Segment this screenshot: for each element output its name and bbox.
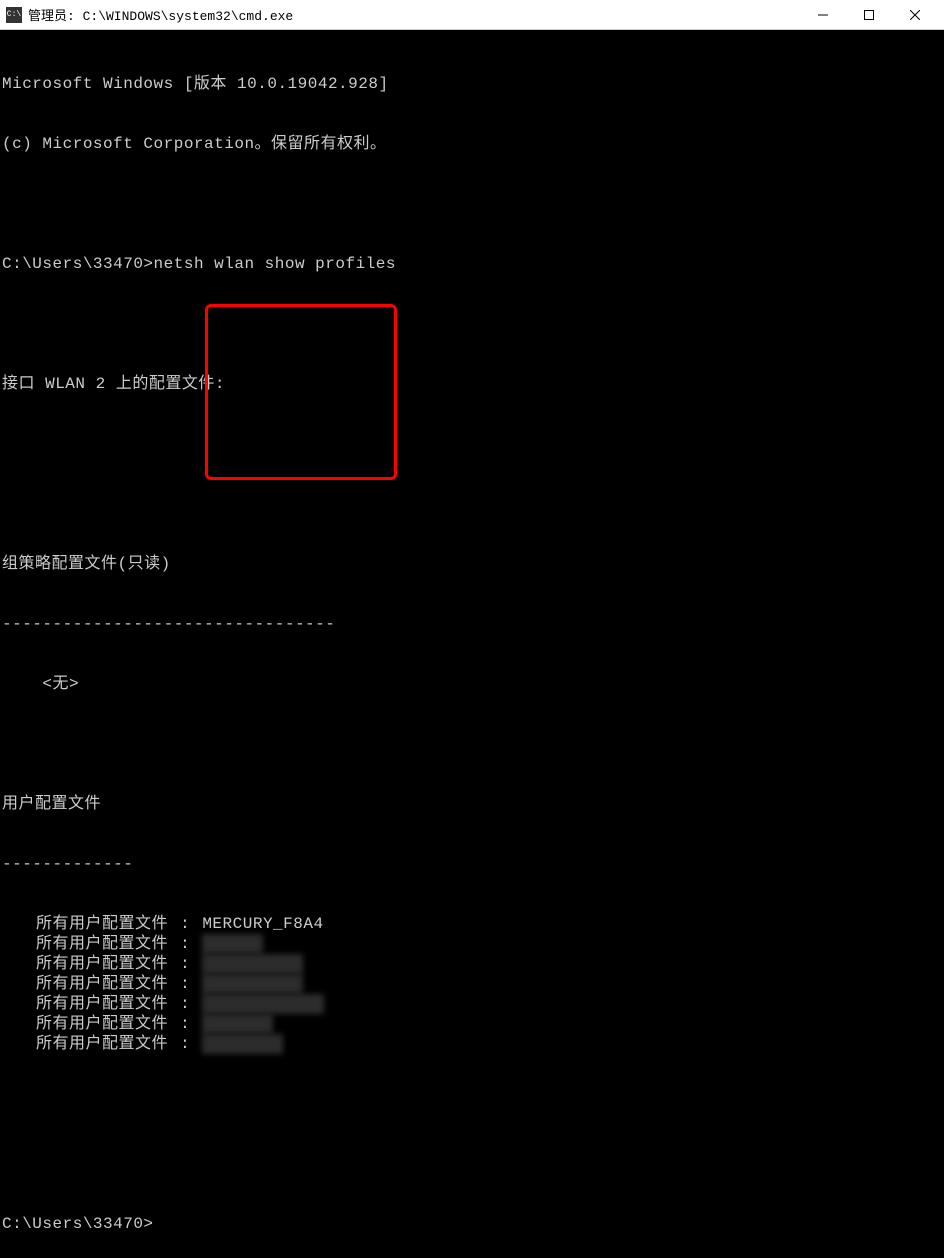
profile-label: 所有用户配置文件 <box>2 1014 168 1034</box>
divider: --------------------------------- <box>2 614 942 634</box>
version-line: Microsoft Windows [版本 10.0.19042.928] <box>2 74 942 94</box>
window-titlebar: C:\ 管理员: C:\WINDOWS\system32\cmd.exe <box>0 0 944 30</box>
profile-separator: : <box>168 934 202 954</box>
blank-line <box>2 314 942 334</box>
profile-label: 所有用户配置文件 <box>2 974 168 994</box>
prompt-prefix: C:\Users\33470> <box>2 255 154 273</box>
profile-separator: : <box>168 1034 202 1054</box>
prompt-command: netsh wlan show profiles <box>154 255 396 273</box>
profile-row: 所有用户配置文件 : ██████████ <box>2 954 942 974</box>
group-policy-header: 组策略配置文件(只读) <box>2 554 942 574</box>
profile-name: MERCURY_F8A4 <box>202 914 323 934</box>
profile-name: ██████████ <box>202 954 303 974</box>
profile-separator: : <box>168 994 202 1014</box>
close-button[interactable] <box>892 0 938 30</box>
blank-line <box>2 1154 942 1174</box>
profile-name: ███████ <box>202 1014 273 1034</box>
profile-label: 所有用户配置文件 <box>2 994 168 1014</box>
prompt-prefix: C:\Users\33470> <box>2 1215 154 1233</box>
profiles-list: 所有用户配置文件 : MERCURY_F8A4所有用户配置文件 : ██████… <box>2 914 942 1054</box>
profile-row: 所有用户配置文件 : ██████ <box>2 934 942 954</box>
user-profiles-header: 用户配置文件 <box>2 794 942 814</box>
profile-label: 所有用户配置文件 <box>2 934 168 954</box>
blank-line <box>2 194 942 214</box>
profile-row: 所有用户配置文件 : ████████ <box>2 1034 942 1054</box>
minimize-button[interactable] <box>800 0 846 30</box>
profile-row: 所有用户配置文件 : ████████████ <box>2 994 942 1014</box>
profile-label: 所有用户配置文件 <box>2 1034 168 1054</box>
maximize-button[interactable] <box>846 0 892 30</box>
blank-line <box>2 494 942 514</box>
profile-separator: : <box>168 954 202 974</box>
window-controls <box>800 0 938 30</box>
cmd-icon: C:\ <box>6 7 22 23</box>
interface-header: 接口 WLAN 2 上的配置文件: <box>2 374 942 394</box>
blank-line <box>2 734 942 754</box>
copyright-line: (c) Microsoft Corporation。保留所有权利。 <box>2 134 942 154</box>
profile-name: ██████████ <box>202 974 303 994</box>
profile-separator: : <box>168 914 202 934</box>
window-title: 管理员: C:\WINDOWS\system32\cmd.exe <box>28 5 800 24</box>
profile-label: 所有用户配置文件 <box>2 954 168 974</box>
prompt-line: C:\Users\33470>netsh wlan show profiles <box>2 254 942 274</box>
blank-line <box>2 1094 942 1114</box>
prompt-line: C:\Users\33470> <box>2 1214 942 1234</box>
profile-row: 所有用户配置文件 : ██████████ <box>2 974 942 994</box>
profile-name: ████████████ <box>202 994 323 1014</box>
profile-separator: : <box>168 974 202 994</box>
profile-name: ████████ <box>202 1034 283 1054</box>
profile-row: 所有用户配置文件 : MERCURY_F8A4 <box>2 914 942 934</box>
profile-name: ██████ <box>202 934 263 954</box>
profile-separator: : <box>168 1014 202 1034</box>
terminal-content[interactable]: Microsoft Windows [版本 10.0.19042.928] (c… <box>0 30 944 1258</box>
divider: ------------- <box>2 854 942 874</box>
blank-line <box>2 434 942 454</box>
profile-row: 所有用户配置文件 : ███████ <box>2 1014 942 1034</box>
none-value: <无> <box>2 674 942 694</box>
profile-label: 所有用户配置文件 <box>2 914 168 934</box>
